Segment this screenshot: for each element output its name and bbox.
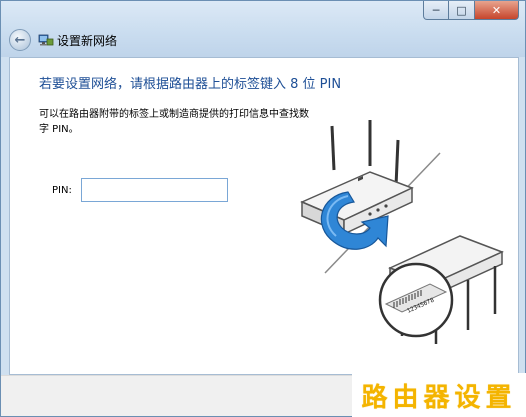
back-arrow-icon: ←: [14, 32, 26, 48]
antenna: [330, 125, 336, 171]
caption-buttons: ─ □ ✕: [423, 1, 519, 21]
label-magnifier: 12345678: [378, 262, 454, 338]
minimize-button[interactable]: ─: [423, 1, 449, 20]
watermark-text: 路由器设置: [361, 382, 517, 413]
close-button[interactable]: ✕: [475, 1, 519, 20]
watermark: 路由器设置: [352, 373, 526, 417]
antenna: [394, 139, 400, 187]
setup-network-window: ─ □ ✕ ← 设置新网络 若要设置网络，请根据路由器上的标签键入 8 位 PI…: [0, 0, 526, 417]
back-button[interactable]: ←: [9, 29, 31, 51]
pin-label: PIN:: [52, 185, 72, 196]
router-label-illustration: 12345678: [300, 120, 504, 344]
maximize-button[interactable]: □: [449, 1, 475, 20]
title-bar: ─ □ ✕ ← 设置新网络: [1, 1, 525, 57]
pin-input[interactable]: [81, 178, 228, 202]
router-icon: [300, 171, 414, 236]
instruction-text: 可以在路由器附带的标签上或制造商提供的打印信息中查找数字 PIN。: [39, 109, 309, 135]
page-heading: 若要设置网络，请根据路由器上的标签键入 8 位 PIN: [39, 77, 342, 92]
window-title: 设置新网络: [57, 34, 118, 48]
main-content: 若要设置网络，请根据路由器上的标签键入 8 位 PIN 可以在路由器附带的标签上…: [9, 57, 519, 375]
network-icon: [38, 34, 54, 46]
